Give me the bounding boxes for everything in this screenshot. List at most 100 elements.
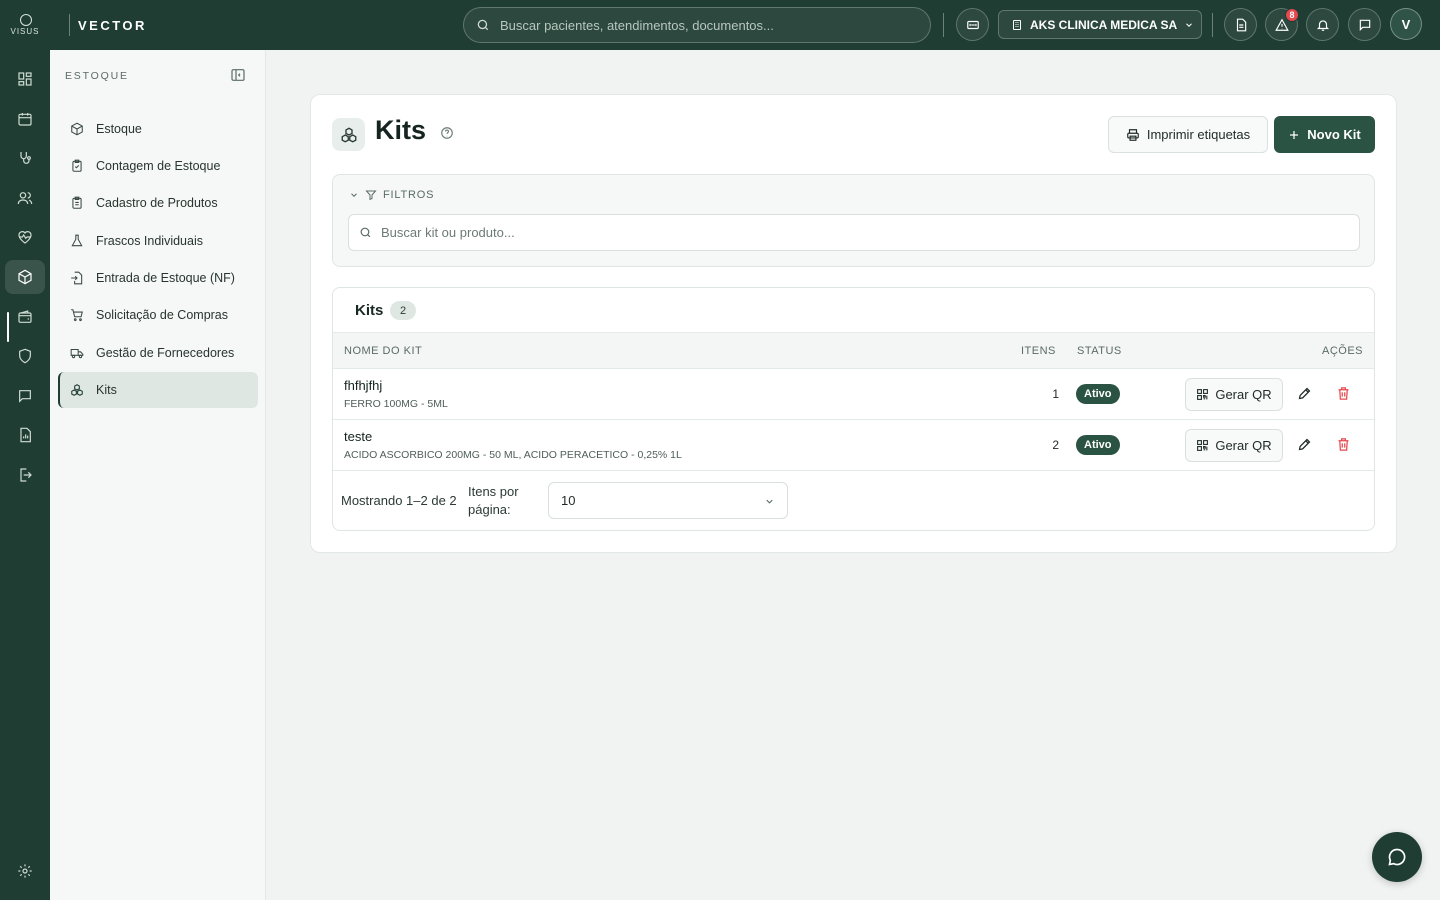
kit-items-count: 2	[1052, 438, 1059, 452]
per-page-value: 10	[561, 493, 576, 508]
sidebar-item-label: Entrada de Estoque (NF)	[96, 271, 235, 285]
documents-button[interactable]	[1224, 8, 1257, 41]
sidebar-item-label: Solicitação de Compras	[96, 308, 229, 322]
pagination: Mostrando 1–2 de 2 Itens por página: 10	[333, 471, 1374, 530]
rail-calendar[interactable]	[5, 102, 45, 136]
chat-fab-button[interactable]	[1372, 832, 1422, 882]
sidebar-item-label: Cadastro de Produtos	[96, 196, 218, 210]
sidebar-item-contagem[interactable]: Contagem de Estoque	[58, 148, 258, 184]
generate-qr-button[interactable]: Gerar QR	[1185, 429, 1283, 462]
qr-code-icon	[1197, 440, 1209, 451]
rail-exit[interactable]	[5, 458, 45, 492]
delete-button[interactable]	[1336, 386, 1351, 406]
sidebar-item-frascos[interactable]: Frascos Individuais	[58, 223, 258, 259]
clipboard-list-icon	[72, 196, 82, 209]
stethoscope-icon	[20, 152, 31, 164]
rail-reports[interactable]	[5, 418, 45, 452]
chat-icon	[1359, 19, 1370, 31]
user-avatar[interactable]: V	[1390, 8, 1422, 40]
sidebar-collapse-button[interactable]	[230, 67, 246, 88]
message-square-icon	[19, 390, 31, 403]
kit-search-input[interactable]	[381, 225, 1341, 240]
filters-label: FILTROS	[383, 189, 435, 201]
plus-icon	[1290, 130, 1299, 139]
truck-icon	[70, 348, 84, 359]
sidebar-item-label: Frascos Individuais	[96, 234, 203, 248]
section-sidebar: ESTOQUE Estoque Contagem de Estoque Cada…	[50, 50, 266, 900]
sidebar-item-label: Contagem de Estoque	[96, 159, 221, 173]
sidebar-item-kits[interactable]: Kits	[58, 372, 258, 408]
dashboard-icon	[18, 72, 32, 86]
heart-pulse-icon	[18, 231, 32, 244]
clipboard-check-icon	[72, 159, 82, 172]
table-title: Kits	[355, 302, 384, 319]
kit-search[interactable]	[348, 214, 1360, 251]
chevron-down-icon	[766, 499, 773, 504]
search-icon	[360, 227, 371, 238]
sidebar-item-label: Gestão de Fornecedores	[96, 346, 235, 360]
topbar-separator	[943, 13, 944, 37]
ticket-button[interactable]	[956, 8, 989, 41]
help-button[interactable]	[440, 126, 454, 145]
rail-stethoscope[interactable]	[5, 141, 45, 175]
rail-health[interactable]	[5, 220, 45, 254]
sidebar-item-estoque[interactable]: Estoque	[58, 111, 258, 147]
rail-wallet[interactable]	[5, 300, 45, 334]
rail-inventory[interactable]	[5, 260, 45, 294]
rail-messages[interactable]	[5, 379, 45, 413]
edit-button[interactable]	[1297, 437, 1312, 457]
shield-icon	[19, 348, 31, 364]
kit-name: fhfhjfhj	[344, 378, 383, 393]
print-labels-label: Imprimir etiquetas	[1146, 127, 1251, 142]
rail-settings[interactable]	[5, 854, 45, 888]
column-header-items[interactable]: ITENS	[1021, 345, 1056, 357]
new-kit-button[interactable]: Novo Kit	[1274, 116, 1375, 153]
global-search[interactable]	[463, 7, 931, 43]
generate-qr-label: Gerar QR	[1215, 438, 1272, 453]
page-title-icon	[332, 118, 365, 151]
rail-dashboard[interactable]	[5, 62, 45, 96]
pencil-icon	[1298, 387, 1311, 400]
sidebar-item-cadastro[interactable]: Cadastro de Produtos	[58, 185, 258, 221]
sidebar-item-fornecedores[interactable]: Gestão de Fornecedores	[58, 335, 258, 371]
chevron-down-icon	[1186, 22, 1192, 27]
filters-toggle[interactable]: FILTROS	[349, 189, 434, 201]
new-kit-label: Novo Kit	[1307, 127, 1361, 142]
logo-mark	[19, 14, 32, 26]
logout-icon	[20, 468, 32, 482]
package-icon	[18, 269, 32, 285]
kits-page-card: Kits Imprimir etiquetas Novo Kit FILTROS…	[310, 94, 1397, 553]
kits-count-badge: 2	[390, 301, 416, 320]
global-search-input[interactable]	[500, 17, 920, 33]
table-row[interactable]: fhfhjfhj FERRO 100MG - 5ML 1 Ativo Gerar…	[333, 369, 1374, 420]
generate-qr-button[interactable]: Gerar QR	[1185, 378, 1283, 411]
clinic-selector[interactable]: AKS CLINICA MEDICA SA	[998, 10, 1202, 39]
sidebar-item-compras[interactable]: Solicitação de Compras	[58, 297, 258, 333]
edit-button[interactable]	[1297, 386, 1312, 406]
visus-logo[interactable]: VISUS	[0, 0, 50, 50]
rail-security[interactable]	[5, 339, 45, 373]
sidebar-item-label: Estoque	[96, 122, 142, 136]
printer-icon	[1127, 128, 1139, 141]
alerts-count-badge: 8	[1285, 8, 1299, 22]
delete-button[interactable]	[1336, 437, 1351, 457]
file-import-icon	[71, 271, 83, 285]
filters-panel: FILTROS	[332, 174, 1375, 267]
sidebar-item-entrada[interactable]: Entrada de Estoque (NF)	[58, 260, 258, 296]
column-header-name[interactable]: NOME DO KIT	[344, 345, 422, 357]
chat-bubble-icon	[1388, 848, 1406, 866]
kits-icon	[71, 384, 83, 396]
bell-icon	[1316, 19, 1329, 31]
column-header-status[interactable]: STATUS	[1077, 345, 1122, 357]
per-page-select[interactable]: 10	[548, 482, 788, 519]
kits-icon	[341, 126, 356, 143]
table-row[interactable]: teste ACIDO ASCORBICO 200MG - 50 ML, ACI…	[333, 420, 1374, 471]
messages-button[interactable]	[1348, 8, 1381, 41]
notifications-button[interactable]	[1306, 8, 1339, 41]
cart-icon	[71, 309, 83, 322]
print-labels-button[interactable]: Imprimir etiquetas	[1108, 116, 1268, 153]
kits-table-card: Kits 2 NOME DO KIT ITENS STATUS AÇÕES fh…	[332, 287, 1375, 531]
rail-patients[interactable]	[5, 181, 45, 215]
flask-icon	[71, 234, 83, 247]
brand-separator	[69, 14, 70, 36]
